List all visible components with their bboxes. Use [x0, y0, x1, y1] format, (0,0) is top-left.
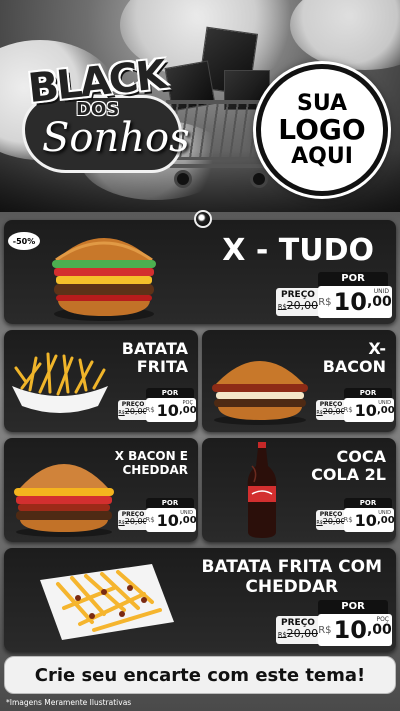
- product-card-batata-frita[interactable]: BATATA FRITA POR PREÇO R$20,00 R$ 10 ,00…: [4, 330, 198, 432]
- your-logo-placeholder: SUA LOGO AQUI: [256, 64, 388, 196]
- cheese-fries-image: [40, 564, 174, 640]
- discount-badge: -50%: [8, 232, 40, 250]
- por-label: POR: [318, 272, 388, 286]
- black-dos-sonhos-logo: BLACK DOS Sonhos: [22, 52, 190, 175]
- product-card-x-bacon[interactable]: X- BACON POR PREÇO R$20,00 R$ 10 ,00 UNI…: [202, 330, 396, 432]
- product-title: X BACON E CHEDDAR: [114, 449, 188, 477]
- price-tag: POR PREÇO R$20,00 R$ 10 ,00 UNID: [276, 272, 392, 318]
- new-price: R$ 10 ,00 UNID: [318, 286, 392, 318]
- product-title: X- BACON: [322, 339, 386, 377]
- cloud-decoration: [290, 0, 400, 70]
- product-card-coca-cola[interactable]: COCA COLA 2L POR PREÇO R$20,00 R$ 10 ,00…: [202, 438, 396, 542]
- soda-bottle-image: [247, 442, 277, 538]
- price-tag: POR PREÇO R$20,00 R$ 10 ,00 UNID: [118, 498, 197, 532]
- header-banner: BLACK DOS Sonhos SUA LOGO AQUI: [0, 0, 400, 212]
- pin-decoration: [194, 210, 212, 228]
- product-title: X - TUDO: [222, 233, 374, 268]
- brand-sonhos-text: Sonhos: [42, 115, 190, 161]
- product-card-x-tudo[interactable]: X - TUDO POR PREÇO R$20,00 R$ 10 ,00 UNI…: [4, 220, 396, 324]
- cta-banner[interactable]: Crie seu encarte com este tema!: [4, 656, 396, 694]
- old-price: PREÇO R$20,00: [276, 288, 320, 316]
- price-tag: POR PREÇO R$20,00 R$ 10 ,00 UNID: [316, 388, 395, 422]
- price-tag: POR PREÇO R$20,00 R$ 10 ,00 POÇ: [118, 388, 197, 422]
- burger-image: [52, 238, 156, 321]
- price-tag: POR PREÇO R$20,00 R$ 10 ,00 UNID: [316, 498, 395, 532]
- logo-line-3: AQUI: [291, 143, 353, 169]
- burger-image: [212, 361, 308, 425]
- product-title: BATATA FRITA COM CHEDDAR: [201, 557, 382, 597]
- logo-line-1: SUA: [296, 91, 348, 117]
- burger-image: [14, 464, 114, 537]
- product-card-x-bacon-cheddar[interactable]: X BACON E CHEDDAR POR PREÇO R$20,00 R$ 1…: [4, 438, 198, 542]
- product-title: COCA COLA 2L: [311, 447, 386, 485]
- fries-image: [12, 352, 108, 413]
- disclaimer-text: *Imagens Meramente Ilustrativas: [6, 698, 132, 707]
- product-title: BATATA FRITA: [121, 339, 188, 377]
- price-tag: POR PREÇO R$20,00 R$ 10 ,00 POÇ: [276, 600, 392, 646]
- logo-line-2: LOGO: [278, 113, 366, 147]
- product-card-batata-cheddar[interactable]: BATATA FRITA COM CHEDDAR POR PREÇO R$20,…: [4, 548, 396, 652]
